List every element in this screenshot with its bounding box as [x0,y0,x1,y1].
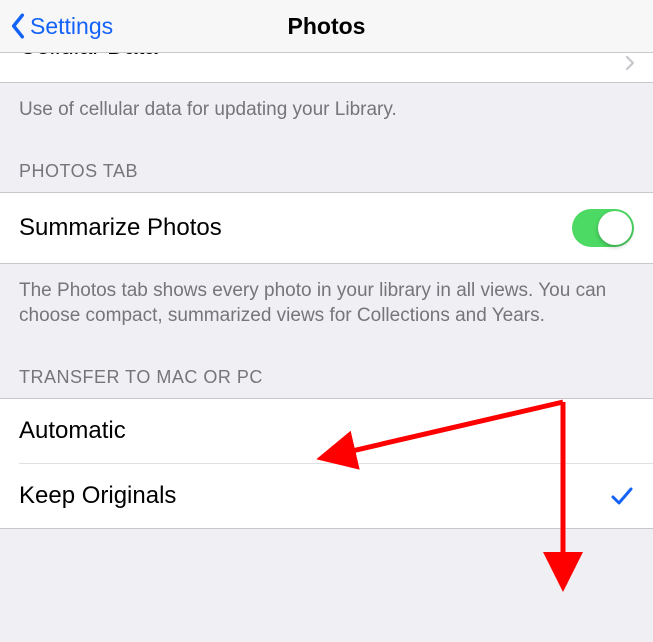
back-label: Settings [30,13,113,40]
transfer-options-group: Automatic Keep Originals [0,398,653,529]
cellular-data-label: Cellular Data [19,53,158,61]
transfer-option-label: Automatic [19,417,126,445]
photos-tab-header: PHOTOS TAB [0,133,653,192]
transfer-option-keep-originals[interactable]: Keep Originals [19,463,653,528]
photos-tab-footer: The Photos tab shows every photo in your… [0,264,653,339]
cellular-data-row[interactable]: Cellular Data [0,53,653,83]
summarize-photos-row[interactable]: Summarize Photos [0,192,653,264]
summarize-photos-toggle[interactable] [572,209,634,247]
navigation-bar: Settings Photos [0,0,653,53]
transfer-header: TRANSFER TO MAC OR PC [0,339,653,398]
page-title: Photos [288,13,366,40]
checkmark-icon [610,486,634,506]
transfer-option-label: Keep Originals [19,482,176,510]
chevron-left-icon [10,13,26,39]
toggle-knob [598,211,632,245]
transfer-option-automatic[interactable]: Automatic [0,398,653,463]
summarize-photos-label: Summarize Photos [19,214,222,242]
back-button[interactable]: Settings [0,13,113,40]
chevron-right-icon [625,53,635,77]
cellular-footer: Use of cellular data for updating your L… [0,83,653,133]
